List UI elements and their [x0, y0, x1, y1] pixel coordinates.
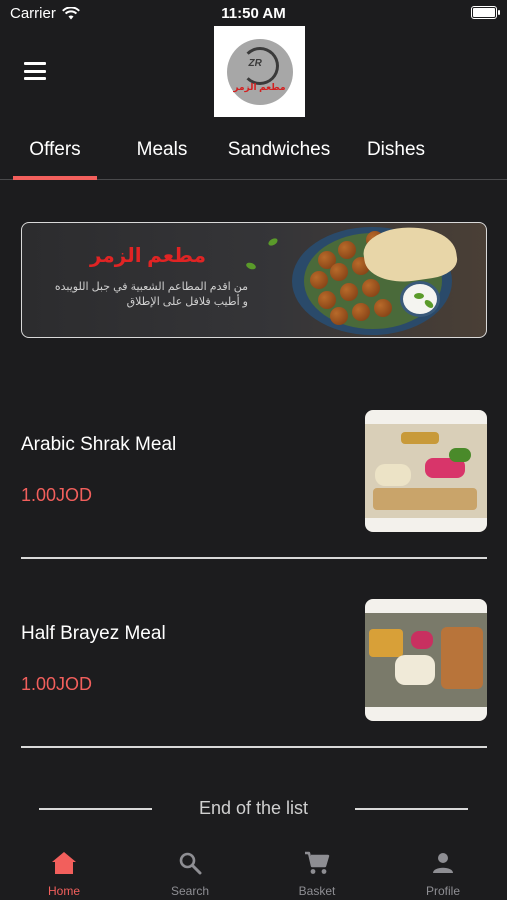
home-icon [51, 850, 77, 876]
meal-price: 1.00JOD [21, 485, 93, 505]
promo-banner[interactable]: مطعم الزمر من اقدم المطاعم الشعبية في جب… [21, 222, 487, 338]
app-header: ZR مطعم الزمر [0, 26, 507, 118]
status-bar: Carrier 11:50 AM [0, 0, 507, 26]
category-tabs: Offers Meals Sandwiches Dishes [0, 134, 507, 180]
end-line-right [355, 808, 468, 810]
nav-profile-label: Profile [425, 884, 460, 898]
divider [21, 557, 487, 559]
meal-price: 1.00JOD [21, 674, 93, 694]
logo-text: مطعم الزمر [233, 81, 286, 92]
nav-search[interactable]: Search [127, 838, 253, 900]
tab-dishes[interactable]: Dishes [358, 134, 434, 179]
person-icon [431, 850, 455, 876]
banner-tagline-1: من اقدم المطاعم الشعبية في جبل اللويبده [54, 281, 248, 293]
end-of-list: End of the list [0, 796, 507, 826]
clock: 11:50 AM [221, 5, 286, 22]
logo-initials: ZR [248, 57, 262, 69]
hamburger-menu-icon[interactable] [24, 62, 46, 80]
cart-icon [304, 850, 330, 876]
banner-tagline-2: و أطيب فلافل على الإطلاق [126, 296, 248, 308]
meal-image[interactable] [365, 410, 487, 532]
bottom-navigation: Home Search Basket Profile [0, 838, 507, 900]
nav-home[interactable]: Home [1, 838, 127, 900]
tab-offers[interactable]: Offers [13, 134, 97, 180]
restaurant-logo: ZR مطعم الزمر [214, 26, 305, 117]
tab-meals[interactable]: Meals [122, 134, 202, 179]
list-item[interactable]: Arabic Shrak Meal 1.00JOD [21, 410, 487, 532]
nav-search-label: Search [170, 884, 210, 898]
tab-sandwiches[interactable]: Sandwiches [220, 134, 338, 179]
divider [21, 746, 487, 748]
list-item[interactable]: Half Brayez Meal 1.00JOD [21, 599, 487, 721]
search-icon [178, 850, 202, 876]
nav-basket-label: Basket [298, 884, 336, 898]
meal-name: Arabic Shrak Meal [21, 434, 177, 455]
logo-badge: ZR مطعم الزمر [226, 38, 293, 105]
nav-home-label: Home [47, 884, 80, 898]
banner-title: مطعم الزمر [89, 245, 206, 267]
meal-name: Half Brayez Meal [21, 623, 166, 644]
battery-icon [471, 6, 500, 19]
nav-basket[interactable]: Basket [254, 838, 380, 900]
nav-profile[interactable]: Profile [380, 838, 506, 900]
meal-image[interactable] [365, 599, 487, 721]
